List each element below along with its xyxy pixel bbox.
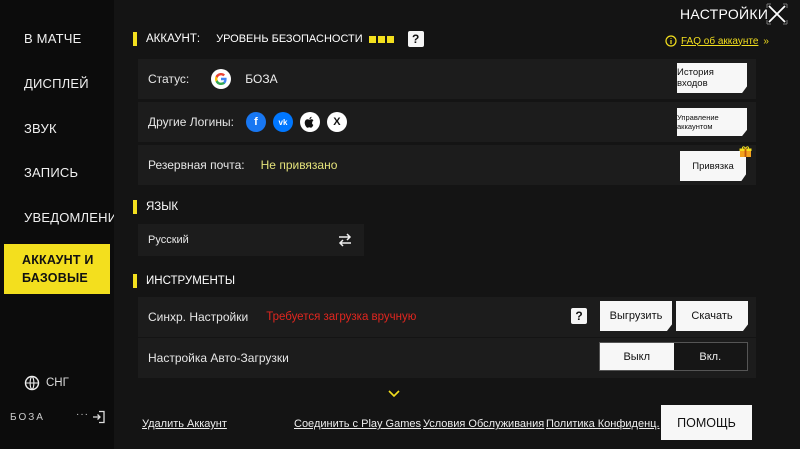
section-title: ЯЗЫК [146, 201, 179, 213]
sync-status: Требуется загрузка вручную [266, 311, 417, 323]
close-icon[interactable] [766, 3, 788, 25]
google-icon [211, 69, 232, 89]
manage-account-button[interactable]: Управление аккаунтом [677, 108, 747, 136]
sidebar-item-label: УВЕДОМЛЕНИЕ [24, 209, 127, 225]
sidebar-item-label: ЗВУК [24, 120, 57, 136]
backup-email-value: Не привязано [260, 158, 338, 172]
upload-button[interactable]: Выгрузить [600, 301, 672, 331]
language-value: Русский [148, 234, 189, 246]
sidebar-item-label: АККАУНТ И БАЗОВЫЕ [22, 251, 94, 287]
status-label: Статус: [148, 72, 190, 86]
privacy-policy-link[interactable]: Политика Конфиденц. [546, 418, 660, 430]
download-button[interactable]: Скачать [676, 301, 748, 331]
help-icon[interactable]: ? [407, 31, 424, 47]
connect-play-games-link[interactable]: Соединить с Play Games [294, 418, 421, 430]
logout-icon[interactable] [92, 410, 106, 424]
user-row: БОЗА ··· [10, 409, 106, 424]
bind-email-button[interactable]: Привязка [680, 151, 746, 181]
sidebar-item-sound[interactable]: ЗВУК [0, 106, 114, 150]
section-account-header: АККАУНТ: УРОВЕНЬ БЕЗОПАСНОСТИ ? [133, 31, 424, 47]
section-marker [133, 32, 137, 46]
status-value: БОЗА [245, 72, 278, 86]
section-title: АККАУНТ: [146, 33, 201, 45]
sidebar-item-label-line1: АККАУНТ И [22, 253, 94, 267]
sidebar-item-label: ДИСПЛЕЙ [24, 75, 89, 91]
sidebar-item-display[interactable]: ДИСПЛЕЙ [0, 61, 114, 105]
gift-icon [739, 146, 752, 157]
section-language-header: ЯЗЫК [133, 200, 178, 214]
other-logins-row: Другие Логины: f vk X [138, 102, 756, 142]
vk-icon[interactable]: vk [272, 112, 293, 132]
page-title: НАСТРОЙКИ [680, 6, 769, 22]
toggle-on-option[interactable]: Вкл. [673, 343, 747, 370]
sidebar-item-label: ЗАПИСЬ [24, 164, 79, 180]
info-icon [665, 35, 677, 47]
status-row: Статус: БОЗА [138, 59, 756, 99]
help-button[interactable]: ПОМОЩЬ [661, 405, 752, 440]
sidebar-item-recording[interactable]: ЗАПИСЬ [0, 150, 114, 194]
region-label: СНГ [46, 377, 69, 389]
autoload-toggle: Выкл Вкл. [599, 342, 748, 371]
help-icon[interactable]: ? [571, 308, 587, 324]
region-selector[interactable]: СНГ [24, 375, 69, 391]
more-button[interactable]: ··· [76, 409, 89, 420]
sidebar-item-label: В МАТЧЕ [24, 30, 82, 46]
security-level-label: УРОВЕНЬ БЕЗОПАСНОСТИ [216, 33, 363, 45]
section-marker [133, 274, 137, 288]
language-selector[interactable]: Русский [138, 224, 364, 256]
delete-account-link[interactable]: Удалить Аккаунт [142, 418, 227, 430]
social-logins: f vk X [245, 112, 347, 132]
security-level-indicator [368, 35, 394, 43]
sync-settings-label: Синхр. Настройки [148, 310, 249, 324]
autoload-label: Настройка Авто-Загрузки [148, 351, 289, 365]
terms-link[interactable]: Условия Обслуживания [423, 418, 544, 430]
sidebar-item-label-line2: БАЗОВЫЕ [22, 271, 88, 285]
sidebar: В МАТЧЕ ДИСПЛЕЙ ЗВУК ЗАПИСЬ УВЕДОМЛЕНИЕ … [0, 0, 126, 449]
swap-icon[interactable] [337, 232, 353, 248]
backup-email-label: Резервная почта: [148, 158, 245, 172]
apple-icon[interactable] [299, 112, 320, 132]
globe-icon [24, 375, 40, 391]
faq-link[interactable]: FAQ об аккаунте » [665, 35, 769, 47]
username: БОЗА [10, 412, 45, 423]
backup-email-row: Резервная почта: Не привязано [138, 145, 756, 185]
section-title: ИНСТРУМЕНТЫ [146, 275, 236, 287]
sidebar-item-account[interactable]: АККАУНТ И БАЗОВЫЕ [4, 244, 110, 294]
other-logins-label: Другие Логины: [148, 115, 234, 129]
chevron-down-icon[interactable] [387, 389, 401, 399]
facebook-icon[interactable]: f [245, 112, 266, 132]
sidebar-item-notifications[interactable]: УВЕДОМЛЕНИЕ [0, 195, 126, 239]
x-twitter-icon[interactable]: X [326, 112, 347, 132]
chevron-right-icon: » [763, 35, 769, 47]
faq-link-label: FAQ об аккаунте [681, 35, 759, 47]
section-tools-header: ИНСТРУМЕНТЫ [133, 274, 235, 288]
login-history-button[interactable]: История входов [677, 63, 747, 93]
section-marker [133, 200, 137, 214]
toggle-off-option[interactable]: Выкл [600, 343, 674, 370]
sidebar-item-in-match[interactable]: В МАТЧЕ [0, 16, 114, 60]
